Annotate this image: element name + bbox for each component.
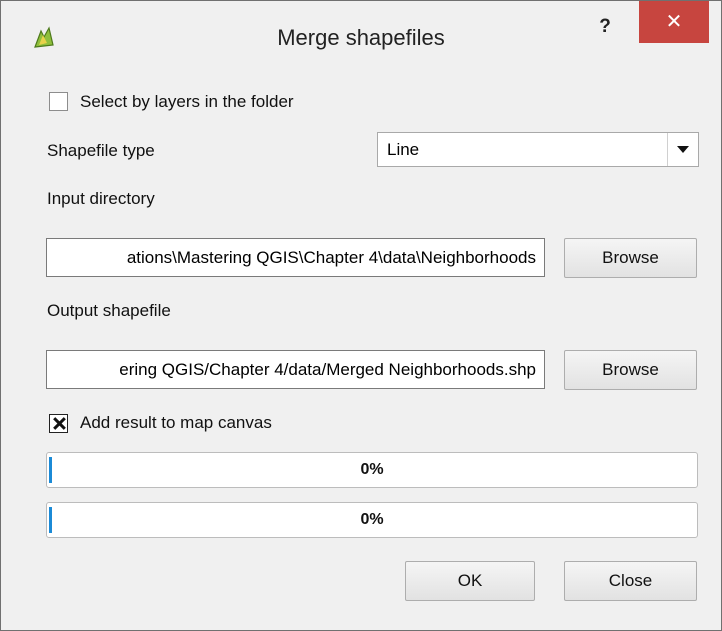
close-window-button[interactable]: ✕ <box>639 1 709 43</box>
input-directory-field[interactable]: ations\Mastering QGIS\Chapter 4\data\Nei… <box>46 238 545 277</box>
shapefile-type-label: Shapefile type <box>47 141 155 160</box>
shapefile-type-value: Line <box>387 140 420 159</box>
chevron-down-icon[interactable] <box>667 133 698 166</box>
title-bar: Merge shapefiles ? ✕ <box>1 1 721 75</box>
progress-bar-2: 0% <box>46 502 698 538</box>
dialog-window: Merge shapefiles ? ✕ Select by layers in… <box>0 0 722 631</box>
input-directory-value: ations\Mastering QGIS\Chapter 4\data\Nei… <box>126 248 536 267</box>
output-shapefile-field[interactable]: ering QGIS/Chapter 4/data/Merged Neighbo… <box>46 350 545 389</box>
input-directory-label: Input directory <box>47 189 155 208</box>
input-browse-button[interactable]: Browse <box>564 238 697 278</box>
add-result-label: Add result to map canvas <box>80 413 272 432</box>
select-by-layers-label: Select by layers in the folder <box>80 92 294 111</box>
select-by-layers-checkbox[interactable] <box>49 92 68 111</box>
output-browse-button[interactable]: Browse <box>564 350 697 390</box>
shapefile-type-select[interactable]: Line <box>377 132 699 167</box>
ok-button[interactable]: OK <box>405 561 535 601</box>
add-result-checkbox[interactable] <box>49 414 68 433</box>
progress-text-2: 0% <box>360 511 384 528</box>
close-button[interactable]: Close <box>564 561 697 601</box>
help-icon[interactable]: ? <box>583 9 627 45</box>
output-shapefile-value: ering QGIS/Chapter 4/data/Merged Neighbo… <box>119 360 536 379</box>
output-shapefile-label: Output shapefile <box>47 301 171 320</box>
progress-bar-1: 0% <box>46 452 698 488</box>
progress-text-1: 0% <box>360 461 384 478</box>
